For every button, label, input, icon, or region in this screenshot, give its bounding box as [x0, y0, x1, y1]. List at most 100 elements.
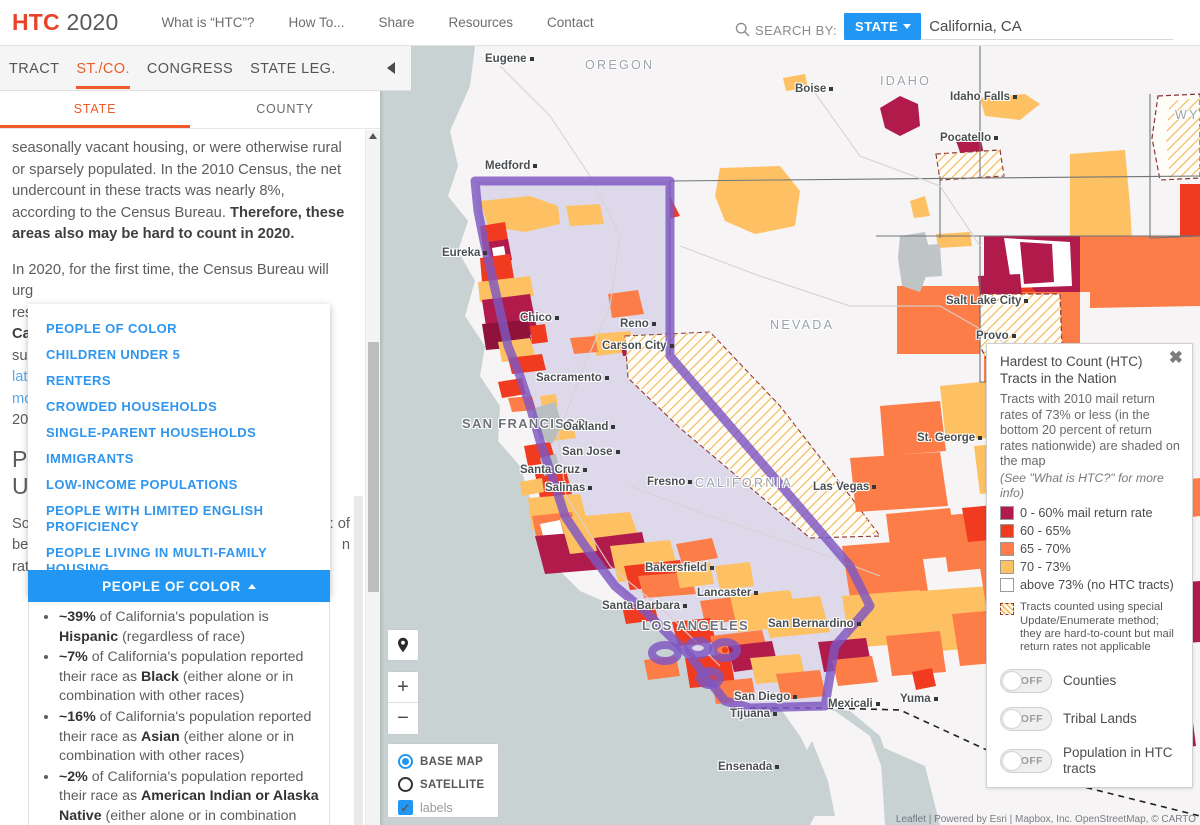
legend-hatch-label: Tracts counted using special Update/Enum… [1020, 601, 1174, 654]
zoom-out-button[interactable]: − [388, 703, 418, 734]
legend-swatch-60-65 [1000, 524, 1014, 539]
tab-state-county[interactable]: ST./CO. [76, 48, 130, 89]
tab-tract[interactable]: TRACT [9, 48, 59, 89]
toggle-knob-icon [1002, 670, 1022, 691]
basemap-option-satellite[interactable]: SATELLITE [398, 774, 498, 795]
stat-strong-black: Black [141, 668, 179, 685]
zoom-controls: + − [387, 671, 419, 735]
basemap-selector: BASE MAP SATELLITE ✓ labels [387, 743, 499, 818]
search-icon [735, 22, 750, 37]
subtab-county[interactable]: COUNTY [190, 91, 380, 128]
legend-label-above-73: above 73% (no HTC tracts) [1020, 578, 1174, 593]
toggle-row-population[interactable]: OFF Population in HTC tracts [1000, 745, 1180, 777]
panel-paragraph-2-line2: urg [12, 283, 34, 299]
close-icon[interactable]: ✖ [1169, 349, 1183, 366]
scroll-up-arrow-icon[interactable] [369, 133, 377, 139]
search-scope-label: STATE [855, 19, 899, 34]
dropdown-item-children-under-5[interactable]: CHILDREN UNDER 5 [28, 342, 330, 368]
stat-tail-hispanic: (regardless of race) [118, 628, 246, 645]
stat-pct-aian: ~2% [59, 768, 88, 785]
legend-swatch-70-73 [1000, 560, 1014, 575]
legend-swatch-list: 0 - 60% mail return rate 60 - 65% 65 - 7… [1000, 505, 1180, 593]
toggle-tribal-lands[interactable]: OFF [1000, 706, 1052, 731]
brand-year: 2020 [66, 9, 119, 35]
tab-congress[interactable]: CONGRESS [147, 48, 233, 89]
dropdown-item-limited-english-proficiency[interactable]: PEOPLE WITH LIMITED ENGLISH PROFICIENCY [28, 498, 330, 540]
toggle-counties-state: OFF [1020, 674, 1043, 687]
toggle-knob-icon [1002, 750, 1022, 771]
legend-item: above 73% (no HTC tracts) [1000, 577, 1180, 593]
stat-pct-asian: ~16% [59, 708, 96, 725]
app-root: HTC 2020 What is “HTC”? How To... Share … [0, 0, 1200, 825]
stat-strong-asian: Asian [141, 728, 180, 745]
location-pin-icon [398, 637, 408, 653]
legend-item: 0 - 60% mail return rate [1000, 505, 1180, 521]
map-legend-panel: ✖ Hardest to Count (HTC) Tracts in the N… [986, 343, 1193, 788]
legend-item: 60 - 65% [1000, 523, 1180, 539]
category-stats-list: ~39% of California's population is Hispa… [28, 602, 330, 825]
list-item: ~2% of California's population reported … [59, 768, 321, 825]
tab-state-leg[interactable]: STATE LEG. [250, 48, 336, 89]
legend-swatch-above-73 [1000, 578, 1014, 593]
dropdown-item-crowded-households[interactable]: CROWDED HOUSEHOLDS [28, 394, 330, 420]
toggle-tribal-lands-state: OFF [1020, 712, 1043, 725]
toggle-row-tribal-lands[interactable]: OFF Tribal Lands [1000, 706, 1180, 731]
top-navigation-bar: HTC 2020 What is “HTC”? How To... Share … [0, 0, 1200, 46]
zoom-in-button[interactable]: + [388, 672, 418, 704]
list-item: ~7% of California's population reported … [59, 648, 321, 707]
legend-description: Tracts with 2010 mail return rates of 73… [1000, 392, 1180, 469]
toggle-population-in-htc-tracts[interactable]: OFF [1000, 748, 1052, 773]
legend-label-0-60: 0 - 60% mail return rate [1020, 506, 1153, 521]
stat-strong-hispanic: Hispanic [59, 628, 119, 645]
dropdown-item-single-parent-households[interactable]: SINGLE-PARENT HOUSEHOLDS [28, 420, 330, 446]
labels-checkbox-row[interactable]: ✓ labels [398, 797, 498, 818]
dropdown-item-people-of-color[interactable]: PEOPLE OF COLOR [28, 316, 330, 342]
search-input[interactable] [921, 15, 1174, 40]
legend-title: Hardest to Count (HTC) Tracts in the Nat… [1000, 354, 1143, 386]
chevron-down-icon [903, 24, 912, 29]
legend-note: (See "What is HTC?" for more info) [1000, 470, 1164, 500]
dropdown-item-low-income-populations[interactable]: LOW-INCOME POPULATIONS [28, 472, 330, 498]
toggle-counties[interactable]: OFF [1000, 668, 1052, 693]
nav-link-contact[interactable]: Contact [530, 15, 611, 30]
sub-tab-bar: STATE COUNTY [0, 91, 380, 129]
legend-label-65-70: 65 - 70% [1020, 542, 1071, 557]
scrollbar-thumb[interactable] [368, 342, 379, 592]
collapse-panel-icon[interactable] [387, 62, 395, 74]
panel-paragraph-1: seasonally vacant housing, or were other… [12, 138, 350, 246]
checkbox-checked-icon: ✓ [398, 800, 413, 815]
legend-hatch-item: Tracts counted using special Update/Enum… [1000, 601, 1180, 655]
panel-section-sub-right1: : of [329, 515, 350, 532]
legend-swatch-0-60 [1000, 506, 1014, 521]
nav-link-what-is-htc[interactable]: What is “HTC”? [144, 15, 271, 30]
dropdown-item-renters[interactable]: RENTERS [28, 368, 330, 394]
locate-button[interactable] [387, 629, 419, 661]
basemap-option-base-map[interactable]: BASE MAP [398, 751, 498, 772]
panel-paragraph-2-line1: In 2020, for the first time, the Census … [12, 261, 329, 278]
inner-scrollbar[interactable] [354, 496, 363, 825]
map-attribution[interactable]: Leaflet | Powered by Esri | Mapbox, Inc.… [896, 814, 1196, 825]
subtab-state[interactable]: STATE [0, 91, 190, 128]
nav-link-resources[interactable]: Resources [432, 15, 531, 30]
category-dropdown-menu: PEOPLE OF COLOR CHILDREN UNDER 5 RENTERS… [28, 304, 330, 596]
nav-link-how-to[interactable]: How To... [271, 15, 361, 30]
search-scope-dropdown[interactable]: STATE [844, 13, 922, 40]
stat-pct-black: ~7% [59, 649, 88, 666]
panel-scrollbar[interactable] [365, 130, 380, 825]
list-item: ~16% of California's population reported… [59, 708, 321, 767]
dropdown-item-immigrants[interactable]: IMMIGRANTS [28, 446, 330, 472]
legend-swatch-65-70 [1000, 542, 1014, 557]
toggle-row-counties[interactable]: OFF Counties [1000, 668, 1180, 693]
brand-logo[interactable]: HTC 2020 [12, 9, 118, 36]
category-selected-label: PEOPLE OF COLOR [102, 578, 241, 594]
list-item: ~39% of California's population is Hispa… [59, 608, 321, 647]
legend-label-60-65: 60 - 65% [1020, 524, 1071, 539]
chevron-up-icon [247, 583, 256, 589]
labels-label: labels [420, 800, 453, 815]
search-by-label: SEARCH BY: [755, 23, 838, 38]
category-selected-header[interactable]: PEOPLE OF COLOR [28, 570, 330, 602]
geography-tab-bar: TRACT ST./CO. CONGRESS STATE LEG. [0, 46, 411, 91]
legend-label-70-73: 70 - 73% [1020, 560, 1071, 575]
legend-item: 70 - 73% [1000, 559, 1180, 575]
nav-link-share[interactable]: Share [361, 15, 431, 30]
